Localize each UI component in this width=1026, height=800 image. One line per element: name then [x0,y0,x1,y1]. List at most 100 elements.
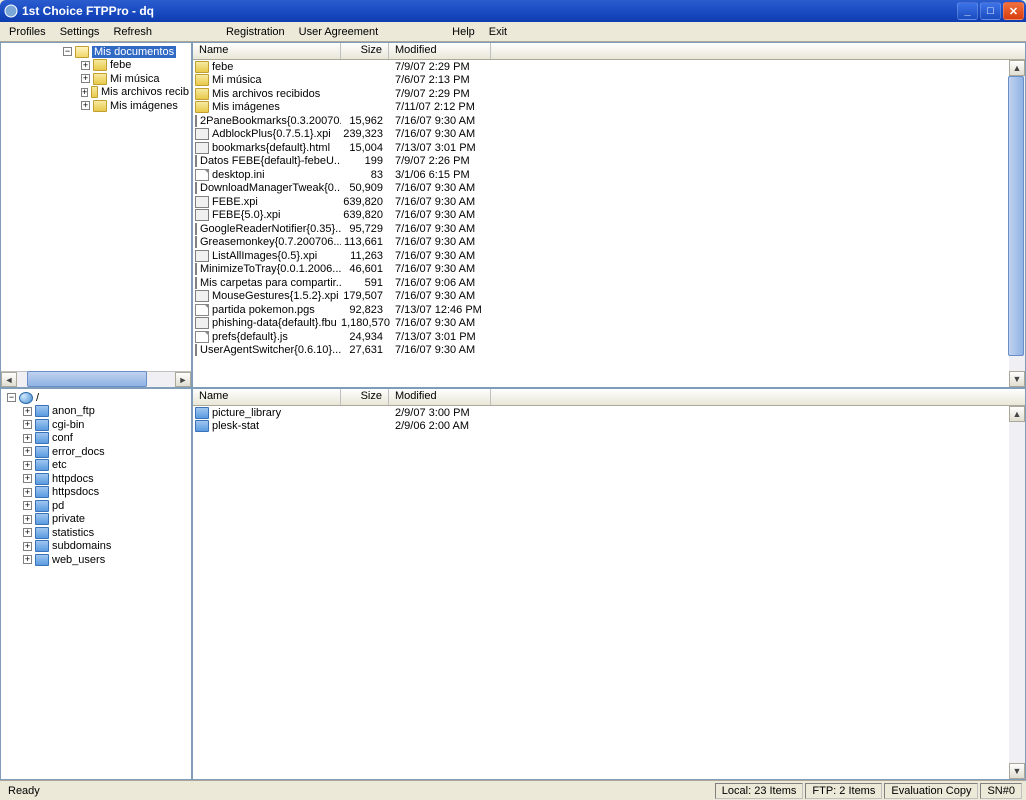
tree-node[interactable]: pd [52,500,64,512]
file-modified: 7/16/07 9:30 AM [389,263,491,275]
file-icon [195,250,209,262]
list-item[interactable]: Mis carpetas para compartir...5917/16/07… [193,276,1009,290]
list-item[interactable]: phishing-data{default}.fbu1,180,5707/16/… [193,317,1009,331]
col-size[interactable]: Size [341,389,389,405]
hscroll-thumb[interactable] [27,371,147,387]
menu-user-agreement[interactable]: User Agreement [292,24,385,40]
file-modified: 7/16/07 9:06 AM [389,277,491,289]
expander-icon[interactable]: + [81,101,90,110]
close-button[interactable]: ✕ [1003,2,1024,20]
minimize-button[interactable]: _ [957,2,978,20]
menu-exit[interactable]: Exit [482,24,514,40]
list-item[interactable]: picture_library2/9/07 3:00 PM [193,406,1009,420]
vscroll-thumb[interactable] [1008,76,1024,356]
expander-icon[interactable]: − [7,393,16,402]
local-tree[interactable]: −Mis documentos+febe+Mi música+Mis archi… [0,42,192,388]
scroll-up-icon[interactable]: ▲ [1009,406,1025,422]
menu-registration[interactable]: Registration [219,24,292,40]
col-modified[interactable]: Modified [389,43,491,59]
list-item[interactable]: plesk-stat2/9/06 2:00 AM [193,420,1009,434]
expander-icon[interactable]: + [23,488,32,497]
maximize-button[interactable]: □ [980,2,1001,20]
local-tree-hscroll[interactable]: ◄ ► [1,371,191,387]
tree-node[interactable]: conf [52,432,73,444]
menu-profiles[interactable]: Profiles [2,24,53,40]
folder-icon [35,486,49,498]
menu-settings[interactable]: Settings [53,24,107,40]
tree-node[interactable]: cgi-bin [52,419,84,431]
list-item[interactable]: Datos FEBE{default}-febeU...1997/9/07 2:… [193,155,1009,169]
list-item[interactable]: bookmarks{default}.html15,0047/13/07 3:0… [193,141,1009,155]
list-item[interactable]: desktop.ini833/1/06 6:15 PM [193,168,1009,182]
file-name: phishing-data{default}.fbu [212,317,337,329]
tree-node[interactable]: anon_ftp [52,405,95,417]
tree-node[interactable]: subdomains [52,540,111,552]
list-item[interactable]: UserAgentSwitcher{0.6.10}...27,6317/16/0… [193,344,1009,358]
expander-icon[interactable]: + [81,74,90,83]
tree-node[interactable]: error_docs [52,446,105,458]
tree-node[interactable]: Mis archivos recib [101,86,189,98]
tree-node[interactable]: febe [110,59,131,71]
col-name[interactable]: Name [193,389,341,405]
remote-file-list: Name Size Modified picture_library2/9/07… [192,388,1026,780]
list-item[interactable]: FEBE{5.0}.xpi639,8207/16/07 9:30 AM [193,209,1009,223]
tree-node[interactable]: etc [52,459,67,471]
scroll-up-icon[interactable]: ▲ [1009,60,1025,76]
list-item[interactable]: 2PaneBookmarks{0.3.20070...15,9627/16/07… [193,114,1009,128]
folder-icon [91,86,98,98]
tree-node[interactable]: Mi música [110,73,160,85]
tree-node-root[interactable]: Mis documentos [92,46,176,58]
list-item[interactable]: Mis imágenes7/11/07 2:12 PM [193,101,1009,115]
expander-icon[interactable]: + [23,407,32,416]
list-item[interactable]: AdblockPlus{0.7.5.1}.xpi239,3237/16/07 9… [193,128,1009,142]
list-item[interactable]: DownloadManagerTweak{0...50,9097/16/07 9… [193,182,1009,196]
local-vscroll[interactable]: ▲ ▼ [1009,60,1025,387]
remote-file-rows[interactable]: picture_library2/9/07 3:00 PMplesk-stat2… [193,406,1009,779]
expander-icon[interactable]: + [23,528,32,537]
expander-icon[interactable]: + [23,461,32,470]
tree-node-root[interactable]: / [36,392,39,404]
tree-node[interactable]: web_users [52,554,105,566]
remote-tree[interactable]: − / + anon_ftp + cgi-bin + conf + error_docs + etc +… [0,388,192,780]
expander-icon[interactable]: + [23,555,32,564]
expander-icon[interactable]: − [63,47,72,56]
expander-icon[interactable]: + [23,474,32,483]
col-modified[interactable]: Modified [389,389,491,405]
menu-refresh[interactable]: Refresh [106,24,159,40]
expander-icon[interactable]: + [81,61,90,70]
list-item[interactable]: Mis archivos recibidos7/9/07 2:29 PM [193,87,1009,101]
list-item[interactable]: Greasemonkey{0.7.200706...113,6617/16/07… [193,236,1009,250]
list-item[interactable]: ListAllImages{0.5}.xpi11,2637/16/07 9:30… [193,249,1009,263]
list-item[interactable]: prefs{default}.js24,9347/13/07 3:01 PM [193,330,1009,344]
expander-icon[interactable]: + [23,420,32,429]
tree-node[interactable]: private [52,513,85,525]
scroll-right-icon[interactable]: ► [175,372,191,387]
expander-icon[interactable]: + [23,542,32,551]
tree-node[interactable]: Mis imágenes [110,100,178,112]
scroll-down-icon[interactable]: ▼ [1009,763,1025,779]
expander-icon[interactable]: + [23,515,32,524]
list-item[interactable]: MinimizeToTray{0.0.1.2006...46,6017/16/0… [193,263,1009,277]
list-item[interactable]: partida pokemon.pgs92,8237/13/07 12:46 P… [193,303,1009,317]
expander-icon[interactable]: + [23,501,32,510]
col-size[interactable]: Size [341,43,389,59]
tree-node[interactable]: statistics [52,527,94,539]
tree-node[interactable]: httpdocs [52,473,94,485]
expander-icon[interactable]: + [23,447,32,456]
col-name[interactable]: Name [193,43,341,59]
list-item[interactable]: febe7/9/07 2:29 PM [193,60,1009,74]
tree-node[interactable]: httpsdocs [52,486,99,498]
list-item[interactable]: FEBE.xpi639,8207/16/07 9:30 AM [193,195,1009,209]
list-item[interactable]: MouseGestures{1.5.2}.xpi179,5077/16/07 9… [193,290,1009,304]
scroll-down-icon[interactable]: ▼ [1009,371,1025,387]
scroll-left-icon[interactable]: ◄ [1,372,17,387]
list-item[interactable]: GoogleReaderNotifier{0.35}...95,7297/16/… [193,222,1009,236]
file-size: 639,820 [341,196,389,208]
file-size: 199 [341,155,389,167]
remote-vscroll[interactable]: ▲ ▼ [1009,406,1025,779]
expander-icon[interactable]: + [23,434,32,443]
local-file-rows[interactable]: febe7/9/07 2:29 PMMi música7/6/07 2:13 P… [193,60,1009,387]
expander-icon[interactable]: + [81,88,88,97]
list-item[interactable]: Mi música7/6/07 2:13 PM [193,74,1009,88]
menu-help[interactable]: Help [445,24,482,40]
